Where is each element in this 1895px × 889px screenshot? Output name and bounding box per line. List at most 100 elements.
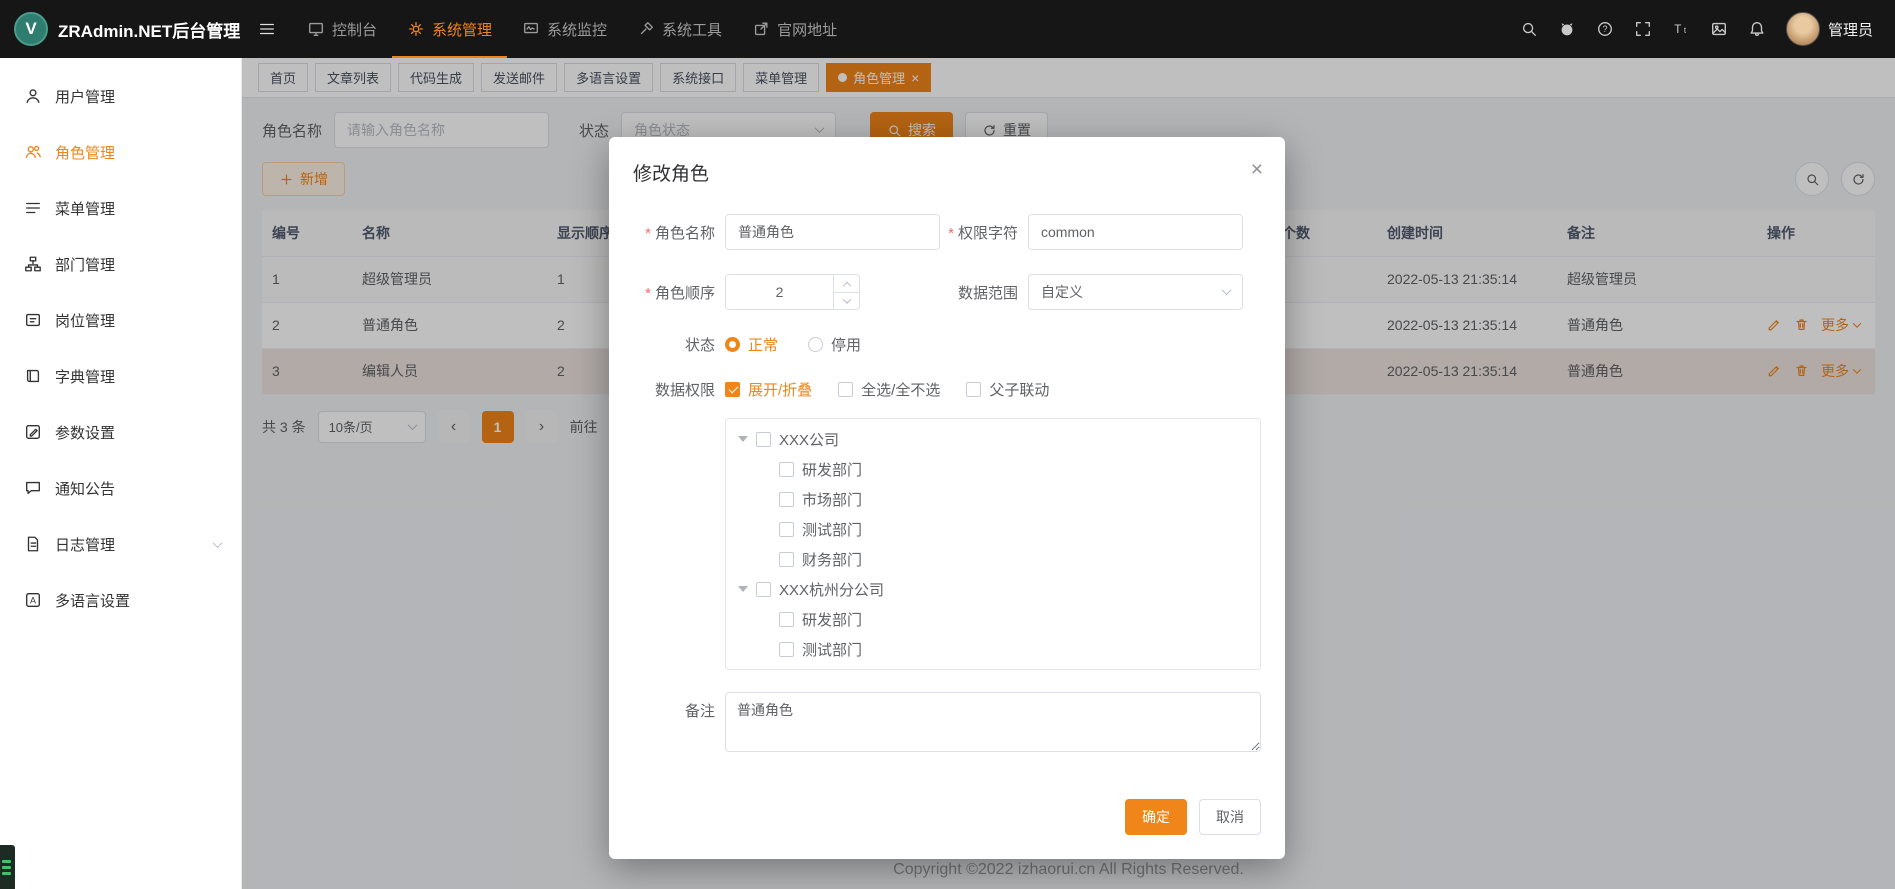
increase-button[interactable] [834,275,859,292]
decrease-button[interactable] [834,292,859,310]
sidebar-item-menu-manage[interactable]: 菜单管理 [0,180,241,236]
perm-char-label: 权限字符 [948,222,1018,243]
tree-node[interactable]: 市场部门 [726,484,1260,514]
nav-item-website[interactable]: 官网地址 [737,0,852,58]
monitor-icon [522,20,540,38]
tree-node[interactable]: 财务部门 [726,544,1260,574]
data-scope-label: 数据范围 [948,282,1018,303]
tree-node-checkbox[interactable] [779,462,794,477]
language-icon: A [24,591,42,609]
tree-node[interactable]: 研发部门 [726,604,1260,634]
checkbox-icon [838,382,853,397]
tree-node-checkbox[interactable] [779,552,794,567]
expand-collapse-checkbox[interactable]: 展开/折叠 [725,379,812,400]
sidebar: 用户管理 角色管理 菜单管理 部门管理 岗位管理 字典管理 参数设置 通知公告 … [0,58,242,889]
font-size-icon[interactable]: Tt [1672,20,1690,38]
data-perm-label: 数据权限 [633,379,715,400]
caret-down-icon[interactable] [738,586,748,592]
checkbox-icon [966,382,981,397]
users-icon [24,143,42,161]
tree-node-checkbox[interactable] [756,582,771,597]
tree-node-checkbox[interactable] [779,522,794,537]
sidebar-item-dict-manage[interactable]: 字典管理 [0,348,241,404]
github-icon[interactable] [1558,20,1576,38]
gear-icon [407,20,425,38]
tree-node-checkbox[interactable] [779,492,794,507]
dept-tree: XXX公司 研发部门 市场部门 测试部门 [725,418,1261,670]
org-tree-icon [24,255,42,273]
remark-textarea[interactable]: 普通角色 [725,692,1261,752]
console-icon [307,20,325,38]
dialog-header: 修改角色 × [609,137,1285,192]
svg-text:A: A [30,595,36,605]
svg-text:?: ? [1602,24,1607,34]
header-actions: ? Tt 管理员 [1520,12,1895,46]
chevron-down-icon [1222,285,1232,295]
nav-item-console[interactable]: 控制台 [292,0,392,58]
tree-node[interactable]: XXX杭州分公司 [726,574,1260,604]
radio-icon [808,337,823,352]
chevron-down-icon [213,538,223,548]
tree-node-checkbox[interactable] [756,432,771,447]
role-name-input[interactable] [725,214,940,250]
sidebar-item-post-manage[interactable]: 岗位管理 [0,292,241,348]
select-all-checkbox[interactable]: 全选/全不选 [838,379,940,400]
top-header: V ZRAdmin.NET后台管理 控制台 系统管理 系统监控 系统工具 官网地… [0,0,1895,58]
sidebar-item-param-settings[interactable]: 参数设置 [0,404,241,460]
tree-node[interactable]: 测试部门 [726,514,1260,544]
search-icon[interactable] [1520,20,1538,38]
fullscreen-icon[interactable] [1634,20,1652,38]
user-menu[interactable]: 管理员 [1786,12,1873,46]
screenshot-icon[interactable] [1710,20,1728,38]
sidebar-item-dept-manage[interactable]: 部门管理 [0,236,241,292]
role-order-input[interactable] [726,275,833,309]
edit-square-icon [24,423,42,441]
sidebar-item-notice[interactable]: 通知公告 [0,460,241,516]
perm-char-input[interactable] [1028,214,1243,250]
sidebar-item-user-manage[interactable]: 用户管理 [0,68,241,124]
tree-node[interactable]: 测试部门 [726,634,1260,664]
sidebar-item-i18n-settings[interactable]: A 多语言设置 [0,572,241,628]
nav-item-system-manage[interactable]: 系统管理 [392,0,507,58]
dialog-body: 角色名称 权限字符 角色顺序 数据范围 [609,192,1285,776]
avatar [1786,12,1820,46]
close-icon[interactable]: × [1251,159,1263,180]
parent-child-link-checkbox[interactable]: 父子联动 [966,379,1049,400]
caret-down-icon[interactable] [738,436,748,442]
dialog-title: 修改角色 [633,164,709,185]
app-logo: V ZRAdmin.NET后台管理 [0,12,242,46]
status-label: 状态 [633,334,715,355]
nav-item-system-tools[interactable]: 系统工具 [622,0,737,58]
nav-item-system-monitor[interactable]: 系统监控 [507,0,622,58]
help-icon[interactable]: ? [1596,20,1614,38]
role-name-label: 角色名称 [633,222,715,243]
checkbox-icon [725,382,740,397]
list-icon [24,199,42,217]
app-title: ZRAdmin.NET后台管理 [58,17,240,42]
top-nav: 控制台 系统管理 系统监控 系统工具 官网地址 [292,0,852,58]
cancel-button[interactable]: 取消 [1199,799,1261,835]
tree-node[interactable]: XXX公司 [726,424,1260,454]
confirm-button[interactable]: 确定 [1125,799,1187,835]
corner-widget [0,845,15,889]
user-icon [24,87,42,105]
data-scope-select[interactable]: 自定义 [1028,274,1243,310]
role-order-stepper [725,274,860,310]
chat-bubble-icon [24,479,42,497]
hamburger-menu-icon[interactable] [242,0,292,58]
id-badge-icon [24,311,42,329]
svg-text:T: T [1674,23,1681,36]
svg-text:t: t [1684,26,1687,35]
tree-node-checkbox[interactable] [779,642,794,657]
username: 管理员 [1828,19,1873,40]
sidebar-item-log-manage[interactable]: 日志管理 [0,516,241,572]
tree-node[interactable]: 研发部门 [726,454,1260,484]
sidebar-item-role-manage[interactable]: 角色管理 [0,124,241,180]
tree-node-checkbox[interactable] [779,612,794,627]
status-radio-normal[interactable]: 正常 [725,334,778,355]
tools-icon [637,20,655,38]
role-order-label: 角色顺序 [633,282,715,303]
notification-bell-icon[interactable] [1748,20,1766,38]
status-radio-disabled[interactable]: 停用 [808,334,861,355]
dialog-footer: 确定 取消 [609,799,1285,859]
